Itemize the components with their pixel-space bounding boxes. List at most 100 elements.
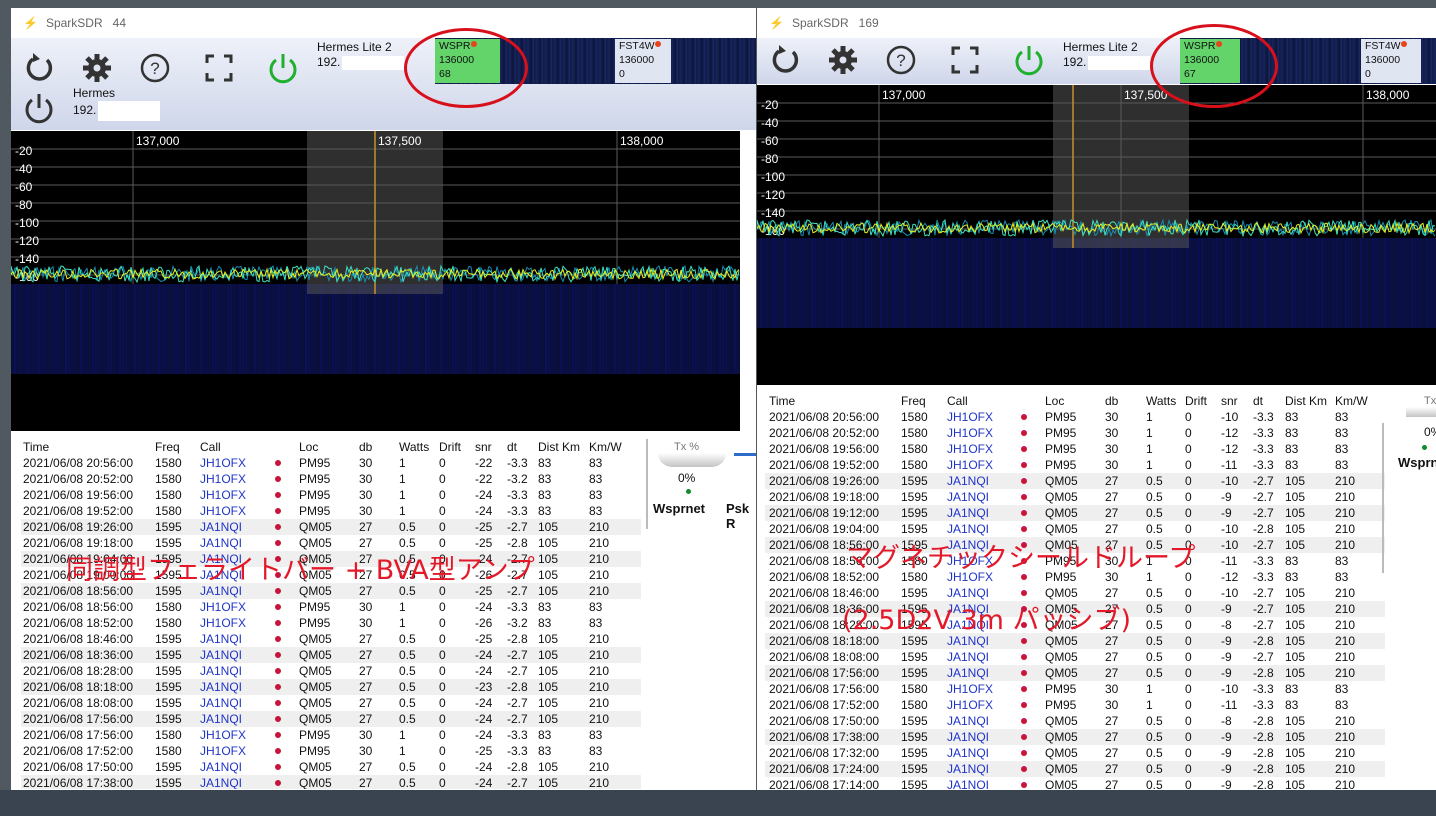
table-row[interactable]: 2021/06/08 20:56:00 1580 JH1OFX PM95 30 1 0 -22…	[21, 455, 641, 471]
column-header[interactable]: Freq	[901, 393, 926, 409]
table-row[interactable]: 2021/06/08 17:52:00 1580 JH1OFX PM95 30 1 0 -25…	[21, 743, 641, 759]
column-header[interactable]: db	[1105, 393, 1118, 409]
callsign-link[interactable]: JA1NQI	[947, 665, 989, 681]
table-row[interactable]: 2021/06/08 17:50:00 1595 JA1NQI QM05 27 0.5 0 -…	[21, 759, 641, 775]
callsign-link[interactable]: JA1NQI	[947, 745, 989, 761]
callsign-link[interactable]: JA1NQI	[947, 521, 989, 537]
callsign-link[interactable]: JA1NQI	[200, 695, 242, 711]
column-header[interactable]: Time	[23, 439, 49, 455]
callsign-link[interactable]: JA1NQI	[200, 663, 242, 679]
column-header[interactable]: db	[359, 439, 372, 455]
table-row[interactable]: 2021/06/08 20:56:00 1580 JH1OFX PM95 30 1 0 -10…	[765, 409, 1385, 425]
table-row[interactable]: 2021/06/08 17:32:00 1595 JA1NQI QM05 27 0.5 0 -…	[765, 745, 1385, 761]
table-row[interactable]: 2021/06/08 17:50:00 1595 JA1NQI QM05 27 0.5 0 -…	[765, 713, 1385, 729]
wsprnet-label[interactable]: Wsprn	[1398, 455, 1436, 470]
table-row[interactable]: 2021/06/08 18:46:00 1595 JA1NQI QM05 27 0.5 0 -…	[21, 631, 641, 647]
table-row[interactable]: 2021/06/08 19:52:00 1580 JH1OFX PM95 30 1 0 -24…	[21, 503, 641, 519]
column-header[interactable]: snr	[1221, 393, 1238, 409]
column-header[interactable]: Drift	[1185, 393, 1207, 409]
callsign-link[interactable]: JA1NQI	[200, 759, 242, 775]
table-row[interactable]: 2021/06/08 17:56:00 1595 JA1NQI QM05 27 0.5 0 -…	[765, 665, 1385, 681]
table-row[interactable]: 2021/06/08 18:08:00 1595 JA1NQI QM05 27 0.5 0 -…	[21, 695, 641, 711]
gear-icon[interactable]	[77, 48, 117, 88]
table-row[interactable]: 2021/06/08 19:12:00 1595 JA1NQI QM05 27 0.5 0 -…	[765, 505, 1385, 521]
callsign-link[interactable]: JH1OFX	[200, 615, 246, 631]
table-row[interactable]: 2021/06/08 20:52:00 1580 JH1OFX PM95 30 1 0 -22…	[21, 471, 641, 487]
power-on-icon[interactable]	[263, 48, 303, 88]
column-header[interactable]: Freq	[155, 439, 180, 455]
callsign-link[interactable]: JA1NQI	[200, 519, 242, 535]
table-row[interactable]: 2021/06/08 20:52:00 1580 JH1OFX PM95 30 1 0 -12…	[765, 425, 1385, 441]
refresh-icon[interactable]	[765, 40, 805, 80]
callsign-link[interactable]: JA1NQI	[200, 775, 242, 789]
column-header[interactable]: dt	[1253, 393, 1263, 409]
help-icon[interactable]: ?	[135, 48, 175, 88]
gear-icon[interactable]	[823, 40, 863, 80]
pskreporter-label[interactable]: Psk R	[726, 501, 756, 531]
callsign-link[interactable]: JH1OFX	[947, 441, 993, 457]
column-header[interactable]: Time	[769, 393, 795, 409]
callsign-link[interactable]: JH1OFX	[200, 455, 246, 471]
power-on-icon[interactable]	[1009, 40, 1049, 80]
table-row[interactable]: 2021/06/08 18:56:00 1580 JH1OFX PM95 30 1 0 -24…	[21, 599, 641, 615]
callsign-link[interactable]: JA1NQI	[200, 631, 242, 647]
table-row[interactable]: 2021/06/08 19:56:00 1580 JH1OFX PM95 30 1 0 -12…	[765, 441, 1385, 457]
table-row[interactable]: 2021/06/08 18:36:00 1595 JA1NQI QM05 27 0.5 0 -…	[21, 647, 641, 663]
table-row[interactable]: 2021/06/08 19:26:00 1595 JA1NQI QM05 27 0.5 0 -…	[21, 519, 641, 535]
callsign-link[interactable]: JA1NQI	[947, 729, 989, 745]
callsign-link[interactable]: JA1NQI	[947, 713, 989, 729]
callsign-link[interactable]: JH1OFX	[947, 425, 993, 441]
callsign-link[interactable]: JH1OFX	[200, 487, 246, 503]
callsign-link[interactable]: JA1NQI	[947, 489, 989, 505]
column-header[interactable]: Loc	[1045, 393, 1064, 409]
table-row[interactable]: 2021/06/08 19:56:00 1580 JH1OFX PM95 30 1 0 -24…	[21, 487, 641, 503]
column-header[interactable]: Call	[947, 393, 968, 409]
table-row[interactable]: 2021/06/08 17:14:00 1595 JA1NQI QM05 27 0.5 0 -…	[765, 777, 1385, 789]
column-header[interactable]: Call	[200, 439, 221, 455]
table-row[interactable]: 2021/06/08 18:08:00 1595 JA1NQI QM05 27 0.5 0 -…	[765, 649, 1385, 665]
column-header[interactable]: Km/W	[1335, 393, 1368, 409]
wsprnet-label[interactable]: Wsprnet	[653, 501, 705, 516]
column-header[interactable]: Km/W	[589, 439, 622, 455]
table-row[interactable]: 2021/06/08 18:28:00 1595 JA1NQI QM05 27 0.5 0 -…	[21, 663, 641, 679]
callsign-link[interactable]: JH1OFX	[200, 503, 246, 519]
fst4w-mode-tile[interactable]: FST4W 136000 0	[615, 39, 671, 83]
callsign-link[interactable]: JA1NQI	[947, 777, 989, 789]
callsign-link[interactable]: JH1OFX	[200, 727, 246, 743]
table-row[interactable]: 2021/06/08 17:38:00 1595 JA1NQI QM05 27 0.5 0 -…	[21, 775, 641, 789]
fullscreen-icon[interactable]	[199, 48, 239, 88]
table-row[interactable]: 2021/06/08 17:52:00 1580 JH1OFX PM95 30 1 0 -11…	[765, 697, 1385, 713]
callsign-link[interactable]: JA1NQI	[947, 505, 989, 521]
column-header[interactable]: snr	[475, 439, 492, 455]
table-row[interactable]: 2021/06/08 18:18:00 1595 JA1NQI QM05 27 0.5 0 -…	[21, 679, 641, 695]
table-row[interactable]: 2021/06/08 19:18:00 1595 JA1NQI QM05 27 0.5 0 -…	[765, 489, 1385, 505]
column-header[interactable]: Drift	[439, 439, 461, 455]
fullscreen-icon[interactable]	[945, 40, 985, 80]
callsign-link[interactable]: JH1OFX	[200, 471, 246, 487]
callsign-link[interactable]: JH1OFX	[200, 599, 246, 615]
table-row[interactable]: 2021/06/08 17:56:00 1595 JA1NQI QM05 27 0.5 0 -…	[21, 711, 641, 727]
column-header[interactable]: Loc	[299, 439, 318, 455]
column-header[interactable]: Dist Km	[538, 439, 580, 455]
callsign-link[interactable]: JH1OFX	[947, 697, 993, 713]
table-row[interactable]: 2021/06/08 17:24:00 1595 JA1NQI QM05 27 0.5 0 -…	[765, 761, 1385, 777]
callsign-link[interactable]: JA1NQI	[200, 647, 242, 663]
callsign-link[interactable]: JA1NQI	[947, 649, 989, 665]
callsign-link[interactable]: JA1NQI	[947, 473, 989, 489]
table-row[interactable]: 2021/06/08 18:52:00 1580 JH1OFX PM95 30 1 0 -26…	[21, 615, 641, 631]
callsign-link[interactable]: JH1OFX	[947, 457, 993, 473]
spectrum-waterfall[interactable]: -20 -40 -60 -80 -100 -120 -140 -160 137,000 137,5…	[757, 85, 1436, 385]
column-header[interactable]: Dist Km	[1285, 393, 1327, 409]
callsign-link[interactable]: JH1OFX	[947, 681, 993, 697]
column-header[interactable]: Watts	[1146, 393, 1176, 409]
table-row[interactable]: 2021/06/08 17:56:00 1580 JH1OFX PM95 30 1 0 -10…	[765, 681, 1385, 697]
spectrum-waterfall[interactable]: -20 -40 -60 -80 -100 -120 -140 -160 137,000 137,5…	[11, 131, 740, 431]
callsign-link[interactable]: JH1OFX	[200, 743, 246, 759]
column-header[interactable]: Watts	[399, 439, 429, 455]
callsign-link[interactable]: JH1OFX	[947, 409, 993, 425]
fst4w-mode-tile[interactable]: FST4W 136000 0	[1361, 39, 1421, 83]
callsign-link[interactable]: JA1NQI	[200, 679, 242, 695]
callsign-link[interactable]: JA1NQI	[947, 761, 989, 777]
table-row[interactable]: 2021/06/08 19:26:00 1595 JA1NQI QM05 27 0.5 0 -…	[765, 473, 1385, 489]
help-icon[interactable]: ?	[881, 40, 921, 80]
